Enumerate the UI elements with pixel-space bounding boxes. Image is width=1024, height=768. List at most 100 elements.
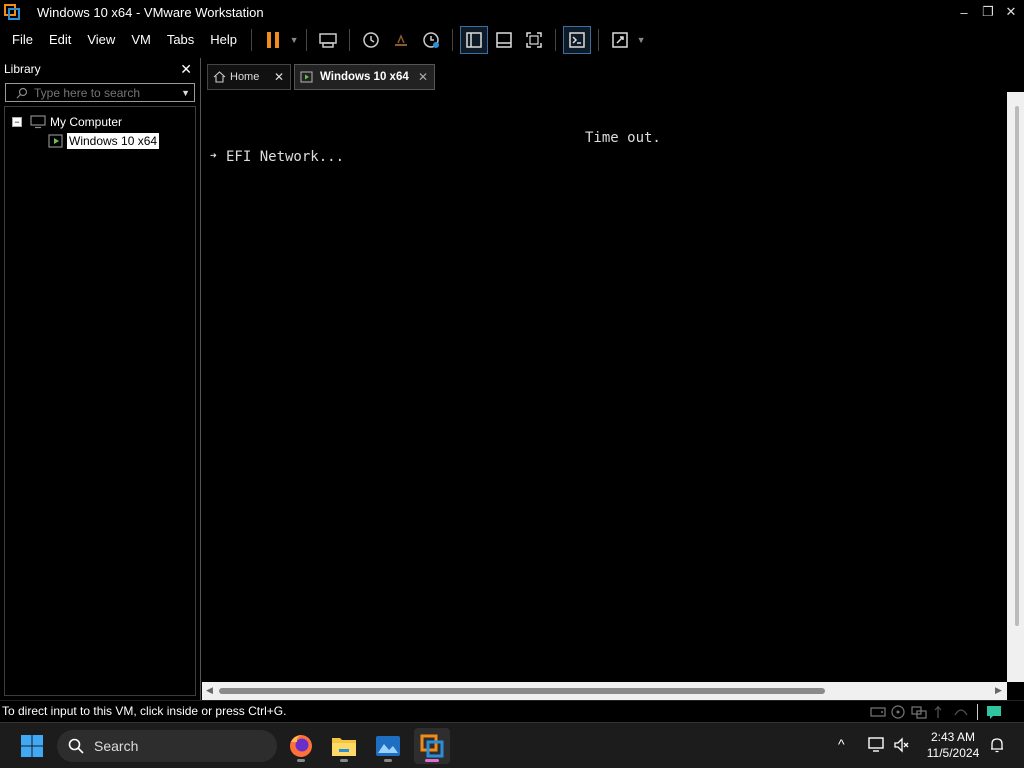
menu-help[interactable]: Help [202,24,245,56]
windows-taskbar: Search ^ 2:43 AM 11/5/2024 [0,722,1024,768]
sound-card-icon [954,709,968,716]
library-title: Library [4,62,41,76]
stretch-guest-button[interactable] [606,26,634,54]
tab-bar: Home ✕ Windows 10 x64 ✕ [201,58,1024,92]
thumbnail-bar-icon [496,32,512,48]
show-thumbnail-bar-button[interactable] [490,26,518,54]
show-hidden-icons-chevron[interactable]: ^ [838,736,845,752]
pause-button[interactable] [259,26,287,54]
vmware-icon [420,734,444,758]
snapshot-manager-icon [423,32,440,48]
menu-tabs[interactable]: Tabs [159,24,202,56]
tree-row-vm[interactable]: Windows 10 x64 [48,133,160,149]
show-library-button[interactable] [460,26,489,54]
minimize-button[interactable]: – [952,0,976,24]
vertical-scrollbar-thumb[interactable] [1015,106,1019,626]
menu-edit[interactable]: Edit [41,24,79,56]
console-line-efi-network: EFI Network... [226,149,345,165]
computer-icon [30,115,46,129]
start-button[interactable] [14,728,50,764]
hard-disk-icon [870,707,886,717]
vm-tab-icon [300,71,313,83]
stretch-dropdown-caret[interactable]: ▼ [635,26,647,54]
menu-file[interactable]: File [4,24,41,56]
taskbar-search-label: Search [94,738,139,754]
stretch-icon [612,32,628,48]
full-screen-button[interactable] [520,26,548,54]
tab-vm[interactable]: Windows 10 x64 ✕ [294,64,435,90]
taskbar-photos[interactable] [370,728,406,764]
clock-time: 2:43 AM [930,730,976,744]
snapshot-button[interactable] [357,26,385,54]
console-arrow-icon: ➜ [210,149,217,162]
toolbar-separator [251,29,253,51]
tab-vm-label: Windows 10 x64 [320,71,409,83]
menu-vm[interactable]: VM [123,24,159,56]
status-bar: To direct input to this VM, click inside… [0,700,1024,722]
tree-label-vm-selected: Windows 10 x64 [67,133,160,149]
menu-view[interactable]: View [79,24,123,56]
search-icon [68,738,84,754]
library-search-box[interactable]: ▼ [5,83,195,102]
vm-console-screen[interactable]: Time out. ➜ EFI Network... [202,92,1006,682]
maximize-button[interactable]: ❐ [976,0,1000,24]
revert-snapshot-icon [395,34,408,46]
photos-icon [376,736,400,756]
taskbar-search-box[interactable]: Search [57,730,277,762]
vertical-scrollbar[interactable] [1007,92,1024,682]
vmware-app-icon[interactable] [0,0,24,24]
tab-home-label: Home [230,71,260,83]
taskbar-vmware-workstation[interactable] [414,728,450,764]
toolbar-separator [598,29,600,51]
firefox-icon [290,735,312,757]
pause-icon [267,32,280,48]
taskbar-firefox[interactable] [283,728,319,764]
menu-toolbar: File Edit View VM Tabs Help ▼ ▼ [0,24,1024,56]
toolbar-separator [452,29,454,51]
close-button[interactable]: ✕ [999,0,1023,24]
clock-date: 11/5/2024 [926,746,980,760]
scroll-left-arrow-icon[interactable]: ◀ [206,685,213,696]
window-title: Windows 10 x64 - VMware Workstation [37,4,264,20]
tree-row-my-computer[interactable]: − My Computer [12,115,122,129]
tab-home-close-icon[interactable]: ✕ [274,70,284,84]
network-adapter-icon [911,706,927,719]
console-view-button[interactable] [563,26,592,54]
library-tree: − My Computer Windows 10 x64 [4,106,196,696]
library-panel: Library ✕ ▼ − My Computer Windows 10 x64 [0,58,200,700]
scroll-right-arrow-icon[interactable]: ▶ [995,685,1002,696]
cd-dvd-icon [891,705,905,719]
status-separator [977,704,978,720]
snapshot-clock-icon [363,32,379,48]
search-icon [16,87,28,98]
message-log-icon [987,706,1001,719]
search-dropdown-icon[interactable]: ▼ [181,88,190,98]
title-bar: Windows 10 x64 - VMware Workstation – ❐ … [0,0,1024,24]
library-close-icon[interactable]: ✕ [180,61,192,78]
revert-snapshot-button[interactable] [387,26,415,54]
send-ctrl-alt-del-button[interactable] [314,26,342,54]
taskbar-file-explorer[interactable] [326,728,362,764]
windows-logo-icon [21,735,43,757]
horizontal-scrollbar[interactable]: ◀ ▶ [202,682,1007,700]
console-line-timeout: Time out. [585,130,661,146]
folder-icon [332,738,356,756]
horizontal-scrollbar-thumb[interactable] [219,688,825,694]
library-search-input[interactable] [32,84,172,101]
snapshot-manager-button[interactable] [417,26,445,54]
console-icon [569,32,585,48]
taskbar-clock[interactable]: 2:43 AM 11/5/2024 [918,729,988,761]
toolbar-separator [349,29,351,51]
collapse-toggle-icon[interactable]: − [12,117,22,127]
status-message: To direct input to this VM, click inside… [2,704,287,718]
vm-workspace: Home ✕ Windows 10 x64 ✕ Time out. ➜ EFI … [200,58,1024,700]
volume-muted-icon [894,737,909,753]
notification-bell-icon [991,738,1003,753]
tab-home[interactable]: Home ✕ [207,64,291,90]
usb-device-icon [934,706,942,718]
tab-vm-close-icon[interactable]: ✕ [418,70,428,84]
network-status-icon [868,737,884,752]
full-screen-icon [526,32,542,48]
toolbar-separator [555,29,557,51]
power-dropdown-caret[interactable]: ▼ [288,26,300,54]
